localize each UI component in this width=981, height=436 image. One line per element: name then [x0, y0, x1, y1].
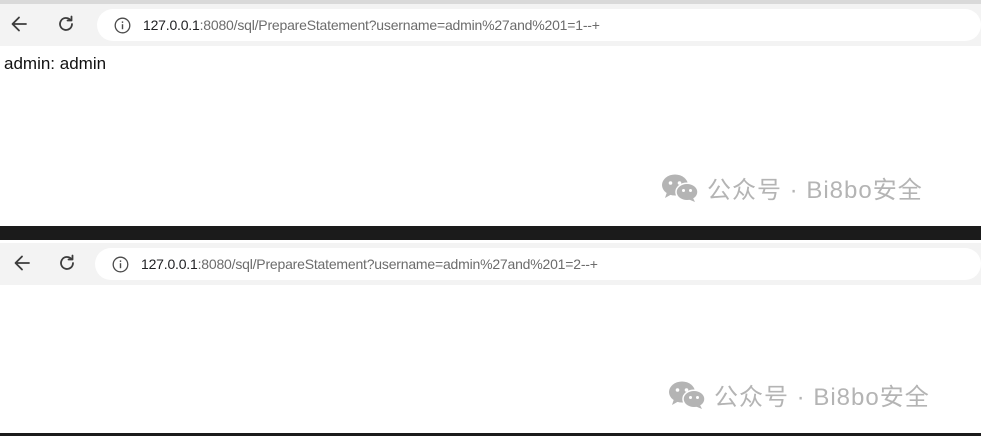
back-arrow-icon[interactable] — [5, 10, 33, 38]
info-icon[interactable] — [113, 16, 131, 34]
watermark: 公众号 · Bi8bo安全 — [668, 377, 930, 412]
info-icon[interactable] — [111, 255, 129, 273]
wechat-icon — [668, 380, 706, 410]
url-host: 127.0.0.1 — [143, 17, 200, 33]
url-text[interactable]: 127.0.0.1:8080/sql/PrepareStatement?user… — [143, 17, 600, 33]
browser-toolbar: 127.0.0.1:8080/sql/PrepareStatement?user… — [0, 243, 981, 285]
browser-window-1: 127.0.0.1:8080/sql/PrepareStatement?user… — [0, 0, 981, 226]
url-text[interactable]: 127.0.0.1:8080/sql/PrepareStatement?user… — [141, 256, 598, 272]
watermark-text: 公众号 · Bi8bo安全 — [707, 177, 923, 204]
reload-icon[interactable] — [53, 249, 81, 277]
browser-toolbar: 127.0.0.1:8080/sql/PrepareStatement?user… — [0, 4, 981, 46]
address-bar[interactable]: 127.0.0.1:8080/sql/PrepareStatement?user… — [97, 9, 981, 41]
watermark: 公众号 · Bi8bo安全 — [661, 170, 923, 205]
wechat-icon — [661, 173, 699, 203]
screenshot-divider — [0, 226, 981, 240]
reload-icon[interactable] — [52, 10, 80, 38]
back-arrow-icon[interactable] — [8, 249, 36, 277]
url-path: :8080/sql/PrepareStatement?username=admi… — [199, 17, 600, 33]
browser-window-2: 127.0.0.1:8080/sql/PrepareStatement?user… — [0, 240, 981, 433]
page-body-text: admin: admin — [4, 54, 107, 73]
url-host: 127.0.0.1 — [141, 256, 198, 272]
watermark-text: 公众号 · Bi8bo安全 — [714, 384, 930, 411]
address-bar[interactable]: 127.0.0.1:8080/sql/PrepareStatement?user… — [95, 248, 981, 280]
url-path: :8080/sql/PrepareStatement?username=admi… — [197, 256, 598, 272]
